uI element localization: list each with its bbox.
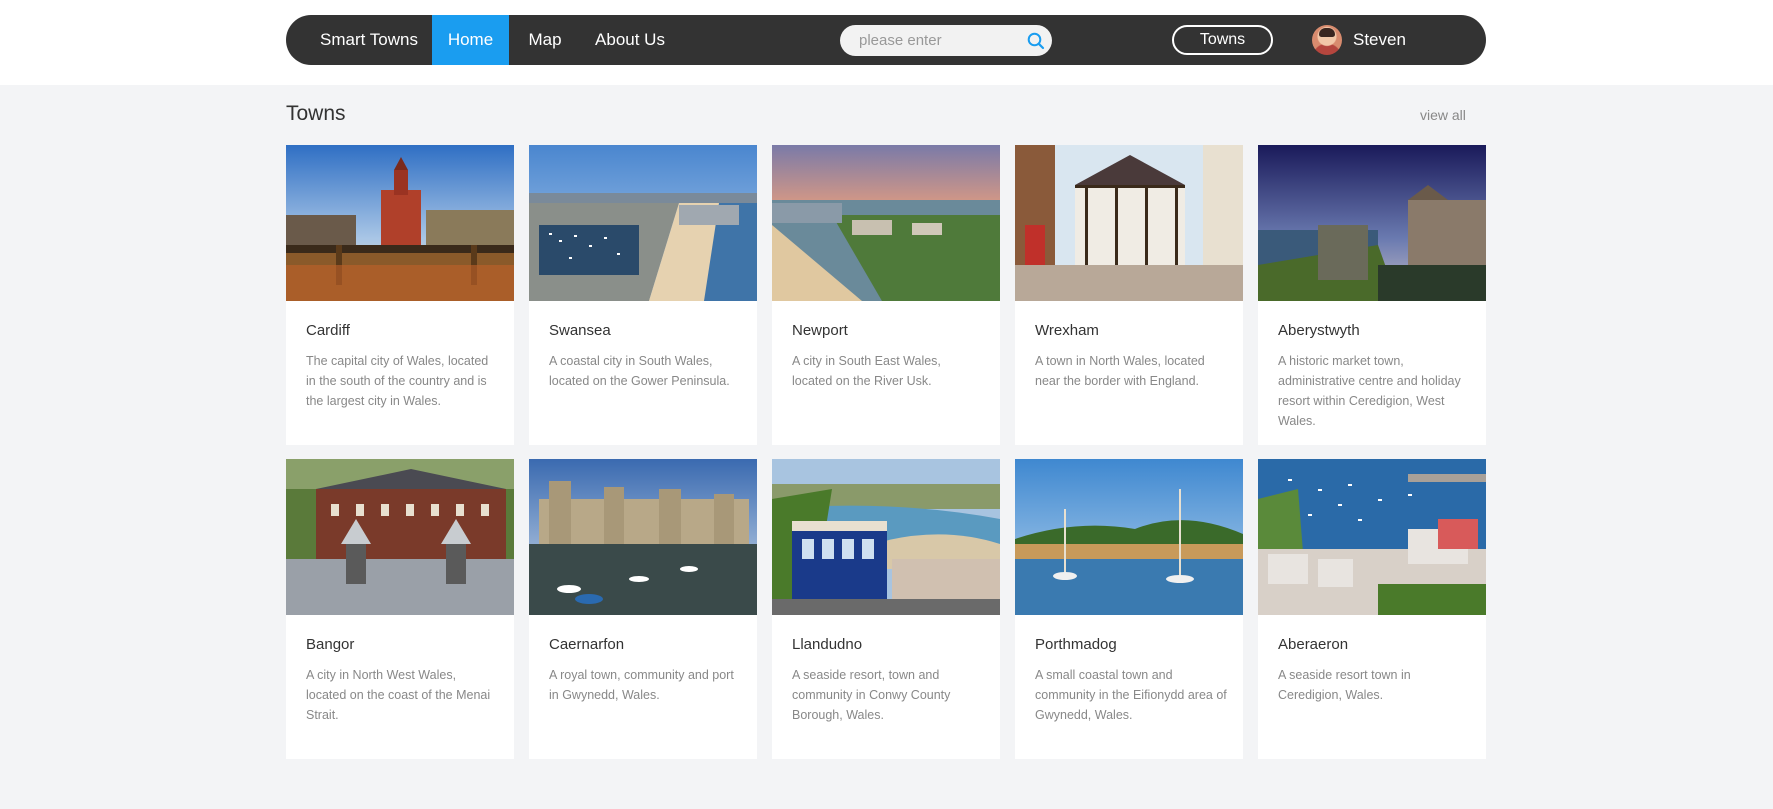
town-card-wrexham[interactable]: Wrexham A town in North Wales, located n…	[1015, 145, 1243, 445]
town-image	[1258, 145, 1486, 301]
towns-button[interactable]: Towns	[1172, 25, 1273, 55]
town-image	[529, 145, 757, 301]
town-name: Caernarfon	[549, 636, 625, 653]
town-card-cardiff[interactable]: Cardiff The capital city of Wales, locat…	[286, 145, 514, 445]
top-bar: Smart Towns Home Map About Us Towns Stev…	[0, 0, 1773, 85]
nav-home[interactable]: Home	[432, 15, 509, 65]
town-card-aberystwyth[interactable]: Aberystwyth A historic market town, admi…	[1258, 145, 1486, 445]
nav-about-us[interactable]: About Us	[590, 15, 670, 65]
town-description: A city in North West Wales, located on t…	[306, 668, 491, 722]
town-card-newport[interactable]: Newport A city in South East Wales, loca…	[772, 145, 1000, 445]
view-all-link[interactable]: view all	[1420, 107, 1466, 123]
town-image	[1258, 459, 1486, 615]
town-name: Aberaeron	[1278, 636, 1349, 653]
town-description: A historic market town, administrative c…	[1278, 354, 1461, 428]
search-box	[840, 25, 1052, 56]
town-image	[286, 459, 514, 615]
town-card-porthmadog[interactable]: Porthmadog A small coastal town and comm…	[1015, 459, 1243, 759]
town-description: A city in South East Wales, located on t…	[792, 354, 941, 388]
town-name: Wrexham	[1035, 322, 1099, 339]
section-title: Towns	[286, 102, 346, 125]
town-name: Llandudno	[792, 636, 863, 653]
nav-map[interactable]: Map	[525, 15, 565, 65]
username[interactable]: Steven	[1353, 15, 1406, 65]
town-image	[286, 145, 514, 301]
town-card-swansea[interactable]: Swansea A coastal city in South Wales, l…	[529, 145, 757, 445]
town-description: A royal town, community and port in Gwyn…	[549, 668, 734, 702]
town-description: A seaside resort, town and community in …	[792, 668, 951, 722]
town-name: Newport	[792, 322, 848, 339]
town-description: A seaside resort town in Ceredigion, Wal…	[1278, 668, 1411, 702]
search-icon[interactable]	[1026, 31, 1046, 51]
town-name: Swansea	[549, 322, 611, 339]
town-card-aberaeron[interactable]: Aberaeron A seaside resort town in Cered…	[1258, 459, 1486, 759]
town-description: A town in North Wales, located near the …	[1035, 354, 1205, 388]
town-name: Aberystwyth	[1278, 322, 1360, 339]
town-card-caernarfon[interactable]: Caernarfon A royal town, community and p…	[529, 459, 757, 759]
navbar: Smart Towns Home Map About Us Towns Stev…	[286, 15, 1486, 65]
town-name: Porthmadog	[1035, 636, 1117, 653]
town-name: Cardiff	[306, 322, 350, 339]
search-input[interactable]	[840, 25, 1015, 56]
town-image	[1015, 459, 1243, 615]
town-description: The capital city of Wales, located in th…	[306, 354, 489, 408]
avatar[interactable]	[1312, 25, 1342, 55]
town-image	[772, 145, 1000, 301]
town-name: Bangor	[306, 636, 355, 653]
town-description: A small coastal town and community in th…	[1035, 668, 1227, 722]
town-card-bangor[interactable]: Bangor A city in North West Wales, locat…	[286, 459, 514, 759]
brand-logo-text[interactable]: Smart Towns	[320, 15, 418, 65]
town-description: A coastal city in South Wales, located o…	[549, 354, 730, 388]
town-image	[772, 459, 1000, 615]
town-image	[1015, 145, 1243, 301]
town-image	[529, 459, 757, 615]
town-card-llandudno[interactable]: Llandudno A seaside resort, town and com…	[772, 459, 1000, 759]
